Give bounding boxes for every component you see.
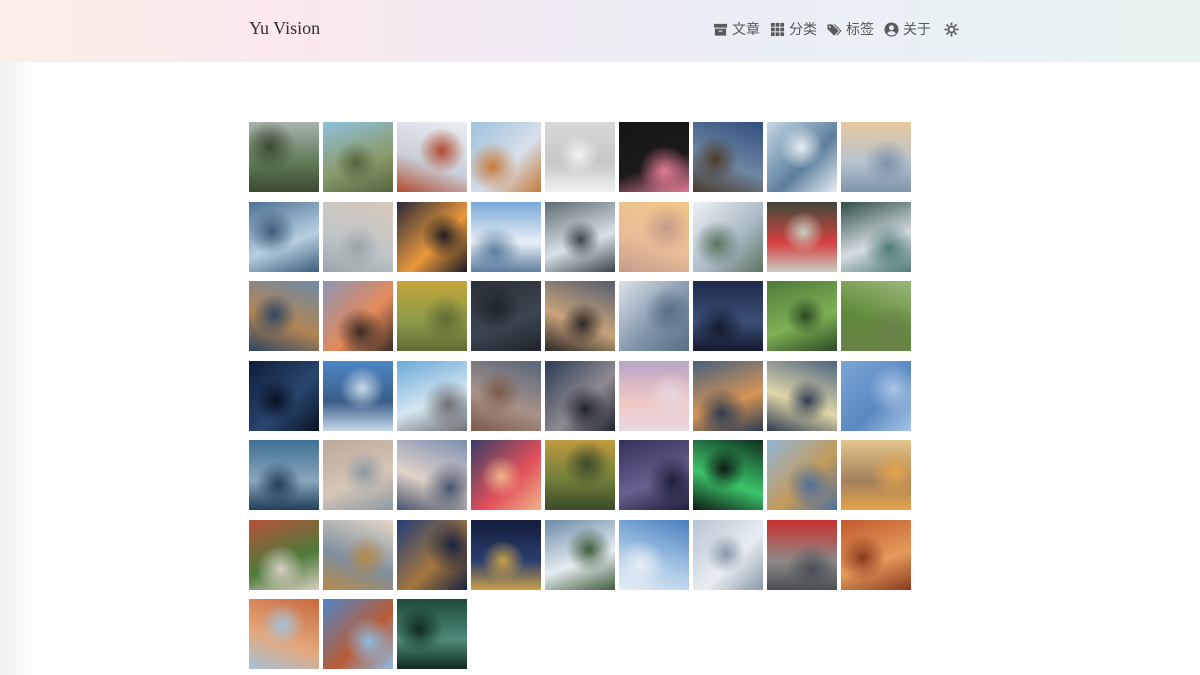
gallery-photo-thumbnail[interactable] (471, 122, 541, 192)
sun-gear-icon (944, 21, 959, 37)
nav-item-about[interactable]: 关于 (884, 19, 931, 39)
grid-icon (770, 22, 785, 36)
gallery-photo-thumbnail[interactable] (249, 440, 319, 510)
nav-label-about: 关于 (903, 22, 931, 38)
gallery-photo-thumbnail[interactable] (545, 281, 615, 351)
gallery-photo-thumbnail[interactable] (397, 201, 467, 272)
gallery-photo-thumbnail[interactable] (619, 122, 689, 192)
gallery-photo-thumbnail[interactable] (323, 519, 393, 590)
gallery-photo-thumbnail[interactable] (397, 122, 467, 192)
gallery-photo-thumbnail[interactable] (323, 122, 393, 192)
gallery-photo-thumbnail[interactable] (545, 440, 615, 510)
gallery-photo-thumbnail[interactable] (249, 519, 319, 590)
gallery-photo-thumbnail[interactable] (841, 440, 911, 510)
nav-item-categories[interactable]: 分类 (770, 19, 817, 39)
main-nav: 文章 分类 标签 关于 (713, 19, 959, 39)
gallery-photo-thumbnail[interactable] (397, 281, 467, 351)
gallery-photo-thumbnail[interactable] (767, 440, 837, 510)
nav-label-articles: 文章 (732, 22, 760, 38)
gallery-photo-thumbnail[interactable] (323, 360, 393, 431)
gallery-photo-thumbnail[interactable] (397, 360, 467, 431)
gallery-photo-thumbnail[interactable] (619, 519, 689, 590)
gallery-photo-thumbnail[interactable] (693, 201, 763, 272)
gallery-photo-thumbnail[interactable] (693, 519, 763, 590)
user-circle-icon (884, 21, 899, 37)
gallery-photo-thumbnail[interactable] (323, 440, 393, 510)
photo-gallery (249, 122, 911, 669)
gallery-photo-thumbnail[interactable] (545, 360, 615, 431)
gallery-photo-thumbnail[interactable] (767, 201, 837, 272)
nav-label-categories: 分类 (789, 22, 817, 38)
theme-toggle-button[interactable] (944, 21, 959, 37)
gallery-photo-thumbnail[interactable] (471, 281, 541, 351)
site-header: Yu Vision 文章 分类 标签 关于 (0, 0, 1200, 62)
gallery-photo-thumbnail[interactable] (397, 519, 467, 590)
gallery-photo-thumbnail[interactable] (693, 281, 763, 351)
gallery-photo-thumbnail[interactable] (397, 599, 467, 669)
nav-item-tags[interactable]: 标签 (827, 19, 874, 39)
gallery-photo-thumbnail[interactable] (397, 440, 467, 510)
gallery-photo-thumbnail[interactable] (619, 281, 689, 351)
gallery-photo-thumbnail[interactable] (249, 599, 319, 669)
gallery-photo-thumbnail[interactable] (471, 360, 541, 431)
gallery-photo-thumbnail[interactable] (841, 201, 911, 272)
gallery-photo-thumbnail[interactable] (767, 122, 837, 192)
gallery-photo-thumbnail[interactable] (841, 281, 911, 351)
gallery-photo-thumbnail[interactable] (545, 201, 615, 272)
gallery-photo-thumbnail[interactable] (693, 440, 763, 510)
gallery-photo-thumbnail[interactable] (323, 281, 393, 351)
gallery-photo-thumbnail[interactable] (693, 122, 763, 192)
gallery-photo-thumbnail[interactable] (841, 122, 911, 192)
gallery-photo-thumbnail[interactable] (471, 201, 541, 272)
gallery-photo-thumbnail[interactable] (471, 519, 541, 590)
gallery-photo-thumbnail[interactable] (545, 519, 615, 590)
gallery-photo-thumbnail[interactable] (249, 360, 319, 431)
gallery-photo-thumbnail[interactable] (471, 440, 541, 510)
gallery-photo-thumbnail[interactable] (619, 440, 689, 510)
gallery-photo-thumbnail[interactable] (323, 201, 393, 272)
gallery-photo-thumbnail[interactable] (323, 599, 393, 669)
gallery-photo-thumbnail[interactable] (249, 281, 319, 351)
gallery-photo-thumbnail[interactable] (767, 281, 837, 351)
nav-item-articles[interactable]: 文章 (713, 19, 760, 39)
gallery-photo-thumbnail[interactable] (619, 360, 689, 431)
page-shade (0, 62, 40, 675)
gallery-photo-thumbnail[interactable] (249, 122, 319, 192)
gallery-photo-thumbnail[interactable] (767, 360, 837, 431)
gallery-photo-thumbnail[interactable] (619, 201, 689, 272)
site-title-link[interactable]: Yu Vision (249, 18, 320, 39)
gallery-photo-thumbnail[interactable] (841, 519, 911, 590)
gallery-photo-thumbnail[interactable] (545, 122, 615, 192)
gallery-photo-thumbnail[interactable] (249, 201, 319, 272)
nav-label-tags: 标签 (846, 22, 874, 38)
tags-icon (827, 23, 842, 36)
gallery-photo-thumbnail[interactable] (767, 519, 837, 590)
gallery-photo-thumbnail[interactable] (841, 360, 911, 431)
gallery-photo-thumbnail[interactable] (693, 360, 763, 431)
archive-icon (713, 23, 728, 36)
